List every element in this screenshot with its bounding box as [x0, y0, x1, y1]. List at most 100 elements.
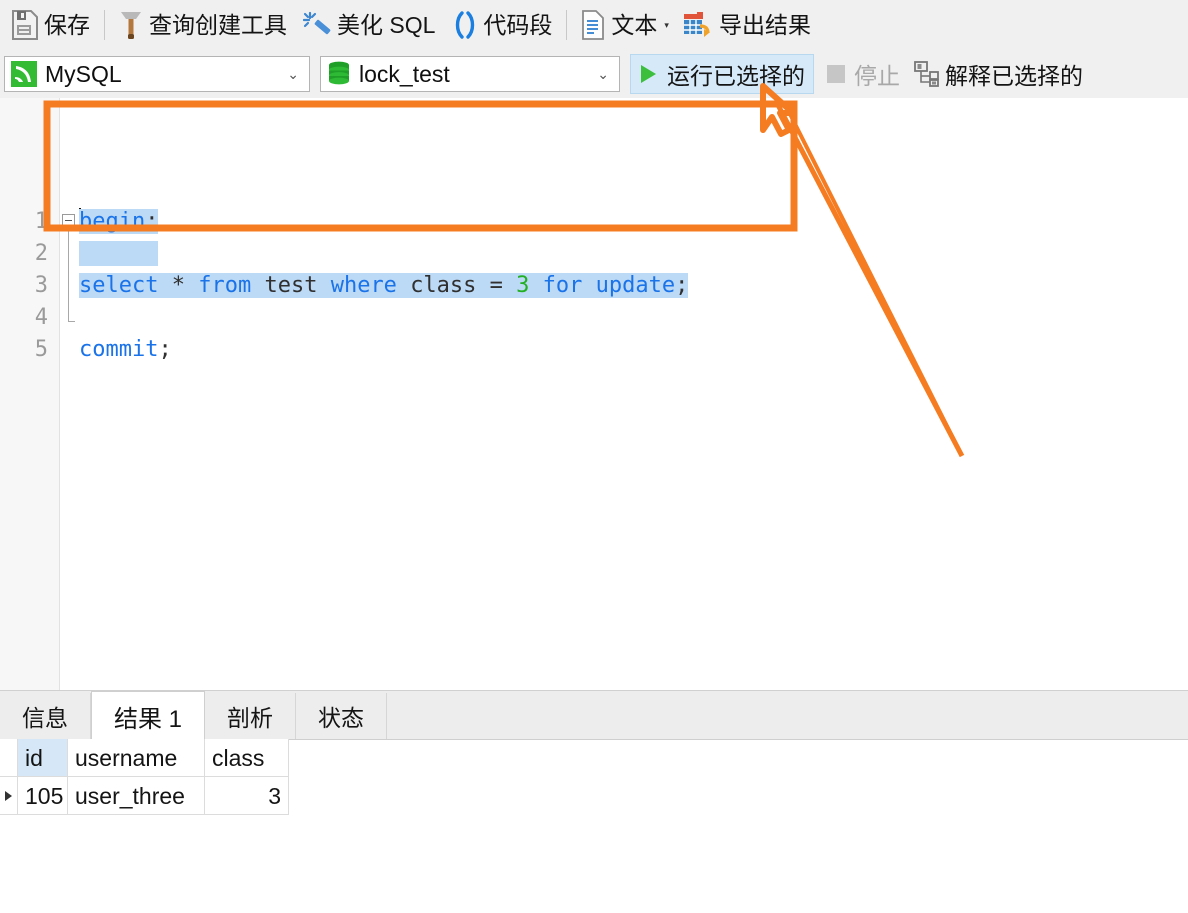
- current-row-arrow-icon: [5, 790, 12, 801]
- toolbar-query-builder-button[interactable]: 查询创建工具: [111, 4, 295, 46]
- code-token: update: [595, 273, 676, 298]
- editor-line[interactable]: 2: [0, 238, 1188, 270]
- column-header-class[interactable]: class: [205, 739, 289, 777]
- code-token: [396, 273, 411, 298]
- line-code: [79, 238, 159, 270]
- line-code: commit;: [79, 334, 172, 366]
- toolbar-text-button[interactable]: 文本 ▾: [573, 4, 675, 46]
- code-token: from: [198, 273, 252, 298]
- results-tab[interactable]: 剖析: [205, 693, 297, 739]
- row-marker-header: [0, 739, 18, 777]
- explain-selected-button[interactable]: 解释已选择的: [908, 54, 1089, 94]
- toolbar-save-label: 保存: [44, 11, 90, 38]
- chevron-down-icon[interactable]: ▾: [664, 20, 669, 31]
- line-code: begin;: [79, 206, 159, 238]
- code-snippet-icon: [456, 11, 475, 39]
- results-tab[interactable]: 状态: [296, 693, 388, 739]
- toolbar-save-button[interactable]: 保存: [4, 4, 98, 46]
- code-token: [251, 273, 265, 298]
- line-number: 2: [34, 241, 48, 266]
- column-header-id[interactable]: id: [18, 739, 68, 777]
- column-header-username[interactable]: username: [68, 739, 205, 777]
- code-token: where: [330, 273, 397, 298]
- code-token: ;: [158, 337, 172, 362]
- chevron-down-icon[interactable]: ⌄: [287, 66, 299, 83]
- results-tabstrip: 信息 结果 1 剖析 状态: [0, 691, 1188, 740]
- run-selected-label: 运行已选择的: [667, 63, 805, 89]
- connection-bar: MySQL ⌄ lock_test ⌄ 运行已选择的 停止 解释已选择的: [0, 50, 1188, 98]
- toolbar-divider: [104, 10, 105, 40]
- editor-gutter: [0, 98, 60, 690]
- connection-value: MySQL: [45, 60, 122, 87]
- run-selected-button[interactable]: 运行已选择的: [630, 54, 814, 94]
- connection-select[interactable]: MySQL ⌄: [4, 56, 310, 92]
- table-header-row: id username class: [0, 739, 1188, 777]
- export-results-icon: [683, 12, 710, 37]
- database-value: lock_test: [359, 60, 450, 87]
- editor-line[interactable]: 5 commit;: [0, 334, 1188, 366]
- code-token: test: [264, 273, 318, 298]
- code-token: [317, 273, 331, 298]
- code-token: ;: [675, 273, 689, 298]
- cell-class[interactable]: 3: [205, 777, 289, 815]
- code-token: 3: [516, 273, 530, 298]
- results-tab[interactable]: 信息: [0, 693, 91, 739]
- code-token: [184, 273, 199, 298]
- beautify-wand-icon: [303, 11, 331, 35]
- table-row[interactable]: 105 user_three 3: [0, 777, 1188, 815]
- toolbar-text-label: 文本: [611, 11, 658, 38]
- code-token: [529, 273, 543, 298]
- cell-username[interactable]: user_three: [68, 777, 205, 815]
- mysql-dolphin-icon: [11, 61, 37, 87]
- toolbar-beautify-sql-label: 美化 SQL: [337, 11, 436, 38]
- code-token: for: [542, 273, 583, 298]
- results-grid[interactable]: id username class 105 user_three 3: [0, 739, 1188, 815]
- toolbar-code-snippet-button[interactable]: 代码段: [443, 4, 560, 46]
- toolbar-export-results-label: 导出结果: [718, 11, 811, 38]
- chevron-down-icon[interactable]: ⌄: [597, 66, 609, 83]
- code-token: ;: [145, 209, 159, 234]
- line-number: 1: [34, 209, 48, 234]
- code-token: [476, 273, 490, 298]
- code-token: select: [79, 273, 159, 298]
- toolbar-export-results-button[interactable]: 导出结果: [675, 4, 819, 46]
- line-code: select * from test where class = 3 for u…: [79, 270, 689, 302]
- explain-plan-icon: [914, 61, 939, 87]
- cell-id[interactable]: 105: [18, 777, 68, 815]
- toolbar-beautify-sql-button[interactable]: 美化 SQL: [295, 4, 443, 46]
- tabstrip-filler: [387, 693, 1188, 739]
- code-token: commit: [79, 337, 159, 362]
- line-number: 3: [34, 273, 48, 298]
- code-token: [158, 273, 172, 298]
- explain-selected-label: 解释已选择的: [945, 63, 1083, 89]
- code-token: =: [489, 273, 503, 298]
- blank-selection: [79, 241, 159, 266]
- toolbar-code-snippet-label: 代码段: [483, 11, 553, 38]
- stop-square-icon: [827, 65, 845, 83]
- results-pane: 信息 结果 1 剖析 状态 id username class 105 user_th…: [0, 690, 1188, 913]
- code-token: class: [410, 273, 477, 298]
- database-cylinder-icon: [329, 61, 349, 85]
- database-select[interactable]: lock_test ⌄: [320, 56, 620, 92]
- results-tab[interactable]: 结果 1: [91, 691, 206, 740]
- sql-editor[interactable]: 1 begin; 2 3 select * from test where class…: [0, 98, 1188, 690]
- code-token: [582, 273, 596, 298]
- editor-line[interactable]: 3 select * from test where class = 3 for …: [0, 270, 1188, 302]
- toolbar-divider-2: [566, 10, 568, 40]
- stop-label: 停止: [854, 63, 900, 89]
- line-number: 4: [34, 305, 48, 330]
- main-toolbar: 保存 查询创建工具 美化 SQL 代码段 文本 ▾ 导出结果: [0, 0, 1188, 50]
- save-icon: [12, 10, 38, 40]
- query-builder-icon: [121, 12, 141, 39]
- editor-lines: 1 begin; 2 3 select * from test where class…: [0, 206, 1188, 366]
- row-marker-current[interactable]: [0, 777, 18, 815]
- toolbar-query-builder-label: 查询创建工具: [149, 11, 287, 38]
- editor-line[interactable]: 4: [0, 302, 1188, 334]
- code-token: [502, 273, 517, 298]
- stop-button: 停止: [820, 54, 906, 94]
- code-token: *: [171, 273, 185, 298]
- play-icon: [641, 65, 656, 83]
- editor-line[interactable]: 1 begin;: [0, 206, 1188, 238]
- code-token: begin: [79, 209, 146, 234]
- line-number: 5: [34, 337, 48, 362]
